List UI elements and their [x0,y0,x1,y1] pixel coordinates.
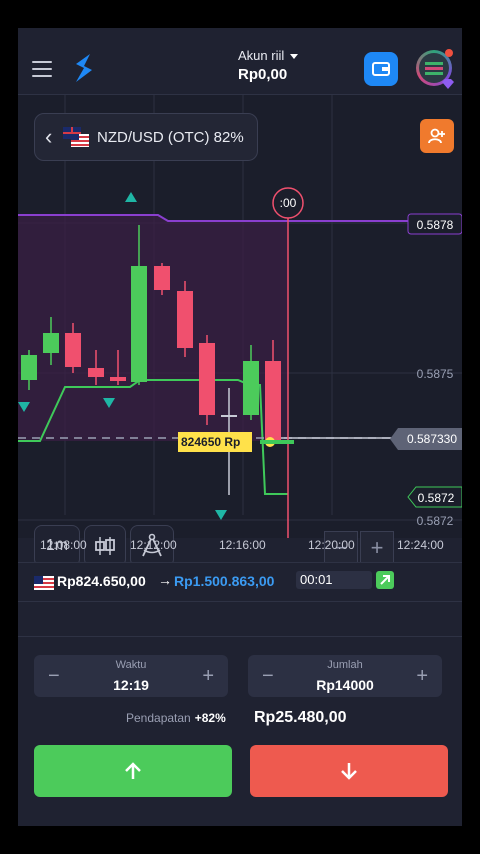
avatar-icon [425,62,443,75]
trade-panel: − Waktu 12:19 + − Jumlah Rp14000 + Penda… [18,636,462,826]
trade-timer: 00:01 [296,571,372,589]
buy-up-button[interactable] [34,745,232,797]
candle-body [199,343,215,415]
candle-body [177,291,193,348]
time-label: 12:16:00 [219,538,266,552]
arrow-up-icon [125,762,141,779]
add-user-button[interactable] [420,119,454,153]
candle-body [110,377,126,381]
asset-pair-label: NZD/USD (OTC) 82% [97,128,244,146]
candle-body [43,333,59,353]
add-user-icon [428,128,445,144]
countdown-label: :00 [280,196,297,210]
amount-field-value: Rp14000 [316,677,374,693]
chevron-left-icon[interactable]: ‹ [45,124,61,150]
time-field-value: 12:19 [113,677,149,693]
time-label: 12:12:00 [130,538,177,552]
wallet-button[interactable] [364,52,398,86]
candle-body [221,415,237,417]
time-label: 12:20:00 [308,538,355,552]
candle-body [88,368,104,377]
income-value: Rp25.480,00 [254,709,347,726]
candle-body [243,361,259,415]
price-label-upper: 0.5878 [417,218,454,232]
trade-amount: Rp824.650,00 [57,573,146,589]
candle-body [265,361,281,441]
amount-field-label: Jumlah [327,659,363,671]
chart-canvas: :00 824650 Rp 0.5878 0.5875 0.587330 0.5… [18,95,462,538]
arrow-down-icon [341,763,357,780]
arrow-right-icon: → [158,572,172,588]
candle-body [21,355,37,380]
menu-icon[interactable] [32,61,52,77]
income-label-text: Pendapatan [126,711,191,725]
time-plus-button[interactable]: + [202,665,214,688]
account-balance: Rp0,00 [238,66,288,83]
time-label: 12:08:00 [40,538,87,552]
price-label-green: 0.5872 [418,491,455,505]
diamond-icon [442,79,454,89]
amount-field[interactable]: − Jumlah Rp14000 + [248,655,442,697]
time-field[interactable]: − Waktu 12:19 + [34,655,228,697]
flag-icon [63,127,89,147]
price-label-mid: 0.5875 [417,367,454,381]
price-chart[interactable]: :00 824650 Rp 0.5878 0.5875 0.587330 0.5… [18,95,462,567]
wallet-icon [372,62,390,76]
logo-icon [76,54,92,82]
price-label-lower: 0.5872 [417,514,454,528]
amount-plus-button[interactable]: + [416,665,428,688]
asset-selector[interactable]: ‹ NZD/USD (OTC) 82% [34,113,258,161]
chevron-down-icon [290,54,299,60]
income-label: Pendapatan +82% [126,711,226,725]
candle-body [154,266,170,290]
notification-dot [445,49,453,57]
time-field-label: Waktu [115,659,147,671]
trend-up-icon [376,571,394,589]
entry-amount-tag: 824650 Rp [181,435,240,449]
trade-payout: Rp1.500.863,00 [174,573,275,589]
account-type-label: Akun riil [238,48,285,63]
time-label: 12:24:00 [397,538,444,552]
candle-body [131,266,147,382]
time-axis: 12:08:00 12:12:00 12:16:00 12:20:00 12:2… [18,538,462,562]
income-percent: +82% [194,711,226,725]
top-bar: Akun riil Rp0,00 [18,28,462,95]
avatar[interactable] [416,49,454,89]
flag-icon [34,576,54,590]
candle-body [65,333,81,367]
current-price-label: 0.587330 [407,432,457,446]
active-trade-row[interactable]: Rp824.650,00 → Rp1.500.863,00 00:01 [18,562,462,602]
account-selector[interactable]: Akun riil Rp0,00 [238,48,348,83]
app-screen: Akun riil Rp0,00:00 824650 Rp 0.5878 0.… [18,28,462,826]
sell-down-button[interactable] [250,745,448,797]
